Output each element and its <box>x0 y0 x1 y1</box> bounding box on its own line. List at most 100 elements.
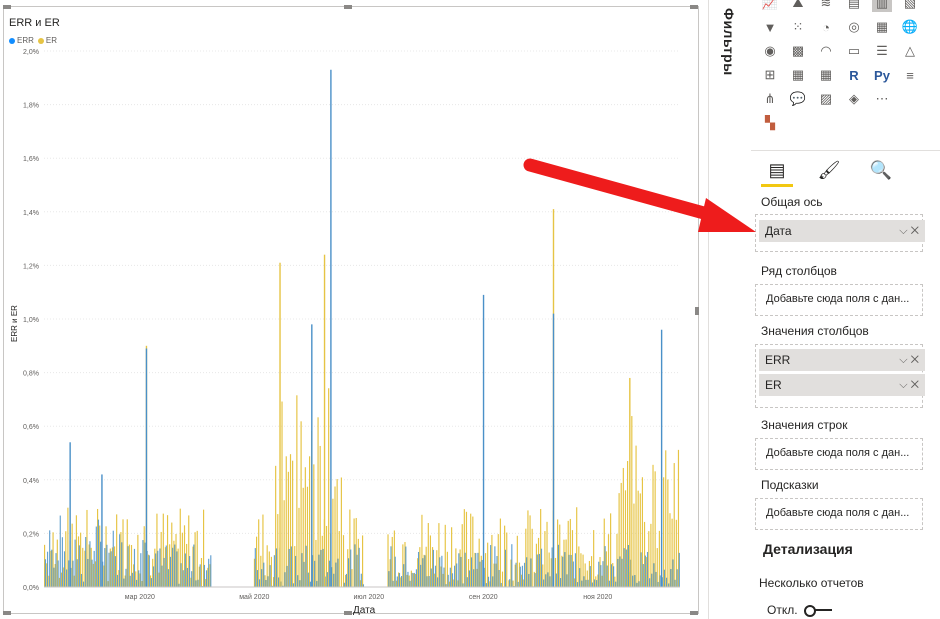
y-tick-label: 1,8% <box>23 103 39 110</box>
multirow-card-icon[interactable]: ☰ <box>872 42 892 60</box>
bar-err <box>509 579 511 587</box>
scatter-icon[interactable]: ⁙ <box>788 18 808 36</box>
funnel-icon[interactable]: ▼ <box>760 18 780 36</box>
column-values-well[interactable]: ERR ⌵ ✕ ER ⌵ ✕ <box>755 344 925 408</box>
tooltips-well[interactable]: Добавьте сюда поля с дан... <box>755 498 923 530</box>
bar-err <box>161 565 163 587</box>
combo-chart-icon[interactable]: ▥ <box>872 0 892 12</box>
resize-handle[interactable] <box>344 5 352 9</box>
python-visual-icon[interactable]: Py <box>872 66 892 84</box>
kpi-icon[interactable]: △ <box>900 42 920 60</box>
custom-visual-icon[interactable]: ▚ <box>760 114 780 132</box>
resize-handle[interactable] <box>695 307 699 315</box>
row-values-well[interactable]: Добавьте сюда поля с дан... <box>755 438 923 470</box>
treemap-icon[interactable]: ▦ <box>872 18 892 36</box>
fields-tab-icon[interactable]: ▤ <box>761 156 793 187</box>
x-tick-label: ноя 2020 <box>583 594 612 601</box>
field-pill-err[interactable]: ERR ⌵ ✕ <box>759 349 925 371</box>
shared-axis-well[interactable]: Дата ⌵ ✕ <box>755 214 925 252</box>
resize-handle[interactable] <box>344 611 352 615</box>
column-series-well[interactable]: Добавьте сюда поля с дан... <box>755 284 923 316</box>
field-pill-er[interactable]: ER ⌵ ✕ <box>759 374 925 396</box>
map-icon[interactable]: 🌐 <box>900 18 920 36</box>
bar-err <box>121 542 123 587</box>
filters-label: Фильтры <box>721 8 737 76</box>
bar-err <box>275 548 278 587</box>
x-tick-label: сен 2020 <box>469 594 498 601</box>
r-visual-icon[interactable]: R <box>844 66 864 84</box>
table-icon[interactable]: ▦ <box>788 66 808 84</box>
cross-report-toggle[interactable]: Откл. <box>767 603 832 617</box>
bar-err <box>278 577 280 587</box>
stacked-area-icon[interactable]: ≋ <box>816 0 836 12</box>
bar-err <box>519 566 521 587</box>
bar-err <box>409 580 411 587</box>
resize-handle[interactable] <box>690 5 698 9</box>
bar-err <box>51 549 53 587</box>
bar-err <box>354 544 356 587</box>
cross-report-label: Несколько отчетов <box>759 576 864 590</box>
bar-err <box>420 564 422 587</box>
bar-err-peak <box>482 294 485 587</box>
bar-err <box>424 555 426 587</box>
area-chart-icon[interactable]: ⛰ <box>788 0 808 12</box>
pie-chart-icon[interactable]: ◔ <box>816 18 836 36</box>
bar-er <box>506 532 508 587</box>
gauge-icon[interactable]: ◠ <box>816 42 836 60</box>
bar-err <box>441 555 443 587</box>
more-visuals-icon[interactable]: ⋯ <box>872 90 892 108</box>
arcgis-icon[interactable]: ◈ <box>844 90 864 108</box>
pill-controls[interactable]: ⌵ ✕ <box>899 220 919 242</box>
globe-icon[interactable]: ◉ <box>760 42 780 60</box>
report-canvas: ERR и ER ERR ER ERR и ER Дата 0,0% 0,2% 0,… <box>0 0 708 619</box>
bar-er <box>309 456 311 587</box>
ribbon-chart-icon[interactable]: ▤ <box>844 0 864 12</box>
bar-err <box>169 556 172 587</box>
bar-err <box>407 571 409 587</box>
bar-er <box>665 450 667 587</box>
donut-chart-icon[interactable]: ◎ <box>844 18 864 36</box>
bar-er <box>391 536 393 587</box>
slicer-icon[interactable]: ⊞ <box>760 66 780 84</box>
bar-err <box>676 569 678 587</box>
bar-err <box>460 556 462 587</box>
card-icon[interactable]: ▭ <box>844 42 864 60</box>
bar-err <box>205 570 208 587</box>
decomposition-tree-icon[interactable]: ⋔ <box>760 90 780 108</box>
bar-err <box>621 558 623 587</box>
key-influencers-icon[interactable]: ≡ <box>900 66 920 84</box>
pill-controls[interactable]: ⌵ ✕ <box>899 374 919 396</box>
pill-controls[interactable]: ⌵ ✕ <box>899 349 919 371</box>
resize-handle[interactable] <box>3 5 11 9</box>
resize-handle[interactable] <box>3 611 11 615</box>
matrix-icon[interactable]: ▦ <box>816 66 836 84</box>
bar-err <box>494 546 496 587</box>
qa-visual-icon[interactable]: 💬 <box>788 90 808 108</box>
filled-map-icon[interactable]: ▩ <box>788 42 808 60</box>
format-tab-icon[interactable]: 🖌 <box>813 156 845 184</box>
combo-chart-visual[interactable]: ERR и ER ERR ER ERR и ER Дата 0,0% 0,2% 0,… <box>3 5 699 616</box>
waterfall-icon[interactable]: ▧ <box>900 0 920 12</box>
bar-err <box>80 573 83 587</box>
filters-pane-collapsed[interactable]: Фильтры <box>708 0 752 619</box>
resize-handle[interactable] <box>690 611 698 615</box>
bar-err <box>426 576 428 587</box>
bar-er <box>200 558 203 587</box>
bar-err <box>468 570 471 587</box>
bar-err <box>348 558 350 587</box>
field-pill-date[interactable]: Дата ⌵ ✕ <box>759 220 925 242</box>
bar-er <box>177 548 179 587</box>
column-series-placeholder: Добавьте сюда поля с дан... <box>766 293 910 305</box>
bar-err <box>432 549 434 587</box>
smart-narrative-icon[interactable]: ▨ <box>816 90 836 108</box>
bar-err <box>598 561 600 587</box>
bar-er <box>328 388 330 587</box>
bar-err <box>449 567 451 587</box>
line-chart-icon[interactable]: 📈 <box>760 0 780 12</box>
analytics-tab-icon[interactable]: 🔍 <box>865 156 897 184</box>
bar-err <box>540 548 543 587</box>
bar-er <box>576 507 578 587</box>
bar-err <box>534 573 536 587</box>
toggle-switch-icon[interactable] <box>803 605 832 617</box>
bar-err <box>133 548 136 587</box>
